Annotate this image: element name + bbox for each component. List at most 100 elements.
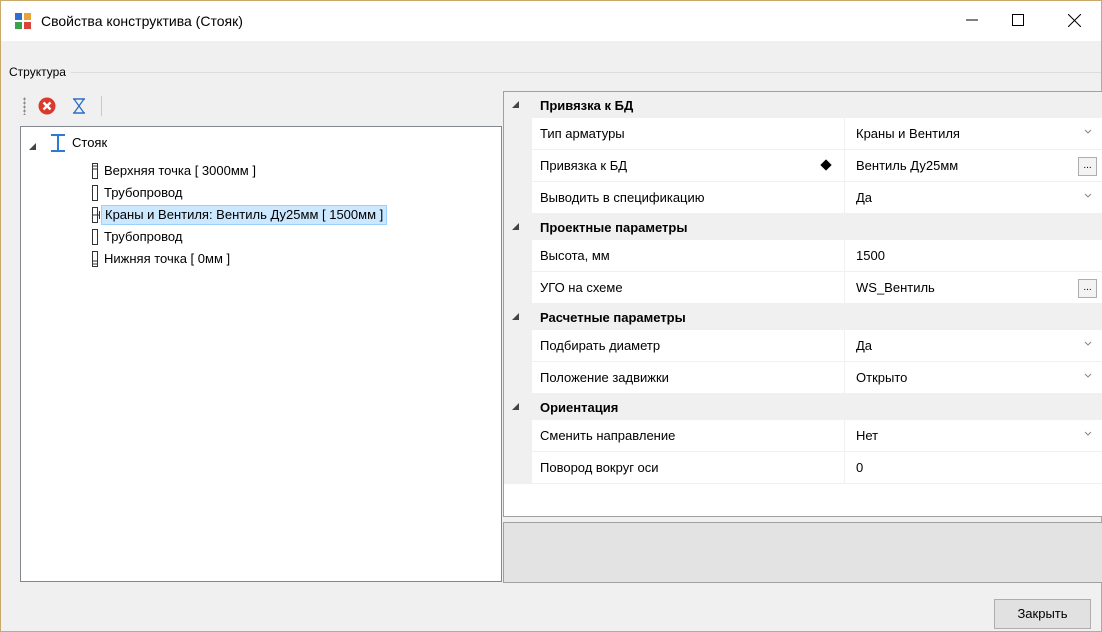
structure-tree[interactable]: Стояк Верхняя точка [ 3000мм ] Трубопров… <box>20 126 502 582</box>
row-gutter <box>504 330 532 362</box>
property-value[interactable]: Да <box>856 190 872 205</box>
property-grid[interactable]: Привязка к БД Тип арматуры Краны и Венти… <box>503 91 1102 517</box>
collapse-arrow-icon[interactable] <box>512 403 519 410</box>
ellipsis-button[interactable]: ... <box>1078 279 1097 298</box>
property-row-fitting-type[interactable]: Тип арматуры Краны и Вентиля <box>504 118 1102 150</box>
property-name: Положение задвижки <box>540 370 669 385</box>
property-value[interactable]: Открыто <box>856 370 907 385</box>
column-divider <box>844 182 845 214</box>
pipe-icon <box>92 229 98 245</box>
property-value[interactable]: Краны и Вентиля <box>856 126 960 141</box>
tree-node-root[interactable]: Стояк <box>47 132 110 154</box>
group-divider <box>71 72 1101 73</box>
property-name: Привязка к БД <box>540 158 628 173</box>
column-divider <box>844 118 845 150</box>
chevron-down-icon[interactable] <box>1084 431 1092 437</box>
expand-arrow-icon[interactable] <box>29 143 36 150</box>
category-project-params[interactable]: Проектные параметры <box>504 214 1102 240</box>
column-divider <box>844 420 845 452</box>
property-value[interactable]: Вентиль Ду25мм <box>856 158 958 173</box>
close-icon <box>1067 13 1081 27</box>
window-title: Свойства конструктива (Стояк) <box>41 13 243 29</box>
diamond-icon <box>820 159 832 171</box>
category-orientation[interactable]: Ориентация <box>504 394 1102 420</box>
red-x-delete-icon <box>38 97 56 115</box>
row-gutter <box>504 182 532 214</box>
maximize-button[interactable] <box>995 1 1041 39</box>
property-value[interactable]: 1500 <box>856 248 885 263</box>
property-row-valve-position[interactable]: Положение задвижки Открыто <box>504 362 1102 394</box>
property-value[interactable]: Нет <box>856 428 878 443</box>
pipe-icon <box>92 185 98 201</box>
toolbar-separator <box>101 96 102 116</box>
category-db-binding[interactable]: Привязка к БД <box>504 92 1102 118</box>
valve-icon <box>92 207 100 223</box>
tree-node-top-point[interactable]: Верхняя точка [ 3000мм ] <box>89 160 259 182</box>
row-gutter <box>504 362 532 394</box>
tree-node-valve[interactable]: Краны и Вентиля: Вентиль Ду25мм [ 1500мм… <box>89 204 388 226</box>
structure-toolbar <box>21 91 501 121</box>
column-divider <box>844 330 845 362</box>
close-window-button[interactable] <box>1051 1 1097 39</box>
ellipsis-button[interactable]: ... <box>1078 157 1097 176</box>
close-button[interactable]: Закрыть <box>994 599 1091 629</box>
structure-group-label: Структура <box>9 65 66 79</box>
chevron-down-icon[interactable] <box>1084 373 1092 379</box>
row-gutter <box>504 420 532 452</box>
tree-node-label: Верхняя точка [ 3000мм ] <box>104 163 256 178</box>
tree-node-pipe[interactable]: Трубопровод <box>89 182 185 204</box>
property-value[interactable]: WS_Вентиль <box>856 280 935 295</box>
column-divider <box>844 272 845 304</box>
collapse-arrow-icon[interactable] <box>512 101 519 108</box>
property-row-spec-output[interactable]: Выводить в спецификацию Да <box>504 182 1102 214</box>
maximize-icon <box>1012 14 1024 26</box>
property-row-change-direction[interactable]: Сменить направление Нет <box>504 420 1102 452</box>
row-gutter <box>504 150 532 182</box>
property-name: Повород вокруг оси <box>540 460 659 475</box>
property-row-rotation[interactable]: Повород вокруг оси 0 <box>504 452 1102 484</box>
collapse-arrow-icon[interactable] <box>512 313 519 320</box>
property-name: Сменить направление <box>540 428 676 443</box>
tree-node-pipe[interactable]: Трубопровод <box>89 226 185 248</box>
column-divider <box>844 240 845 272</box>
column-divider <box>844 362 845 394</box>
property-row-db-link[interactable]: Привязка к БД Вентиль Ду25мм ... <box>504 150 1102 182</box>
property-name: УГО на схеме <box>540 280 623 295</box>
minimize-icon <box>966 19 978 21</box>
category-calc-params[interactable]: Расчетные параметры <box>504 304 1102 330</box>
tree-node-label: Трубопровод <box>104 185 183 200</box>
tree-node-label: Стояк <box>72 135 108 150</box>
delete-button[interactable] <box>35 94 59 118</box>
title-bar[interactable]: Свойства конструктива (Стояк) <box>1 1 1101 41</box>
row-gutter <box>504 118 532 150</box>
property-row-height[interactable]: Высота, мм 1500 <box>504 240 1102 272</box>
category-label: Ориентация <box>540 400 619 415</box>
hourglass-filter-icon <box>73 98 85 114</box>
tree-node-bottom-point[interactable]: Нижняя точка [ 0мм ] <box>89 248 233 270</box>
chevron-down-icon[interactable] <box>1084 341 1092 347</box>
tree-node-label: Нижняя точка [ 0мм ] <box>104 251 231 266</box>
minimize-button[interactable] <box>949 1 995 39</box>
app-window-icon <box>15 13 31 29</box>
toolbar-grip[interactable] <box>23 97 26 115</box>
row-gutter <box>504 272 532 304</box>
dialog-window: Свойства конструктива (Стояк) Структура <box>0 0 1102 632</box>
property-value[interactable]: 0 <box>856 460 863 475</box>
row-gutter <box>504 452 532 484</box>
property-row-symbol[interactable]: УГО на схеме WS_Вентиль ... <box>504 272 1102 304</box>
category-label: Расчетные параметры <box>540 310 686 325</box>
property-name: Выводить в спецификацию <box>540 190 705 205</box>
filter-button[interactable] <box>67 94 91 118</box>
column-divider <box>844 452 845 484</box>
category-label: Привязка к БД <box>540 98 634 113</box>
property-name: Тип арматуры <box>540 126 625 141</box>
riser-icon <box>51 134 65 152</box>
top-point-icon <box>92 163 98 179</box>
chevron-down-icon[interactable] <box>1084 129 1092 135</box>
collapse-arrow-icon[interactable] <box>512 223 519 230</box>
property-row-pick-diameter[interactable]: Подбирать диаметр Да <box>504 330 1102 362</box>
property-name: Высота, мм <box>540 248 610 263</box>
property-value[interactable]: Да <box>856 338 872 353</box>
property-name: Подбирать диаметр <box>540 338 661 353</box>
chevron-down-icon[interactable] <box>1084 193 1092 199</box>
